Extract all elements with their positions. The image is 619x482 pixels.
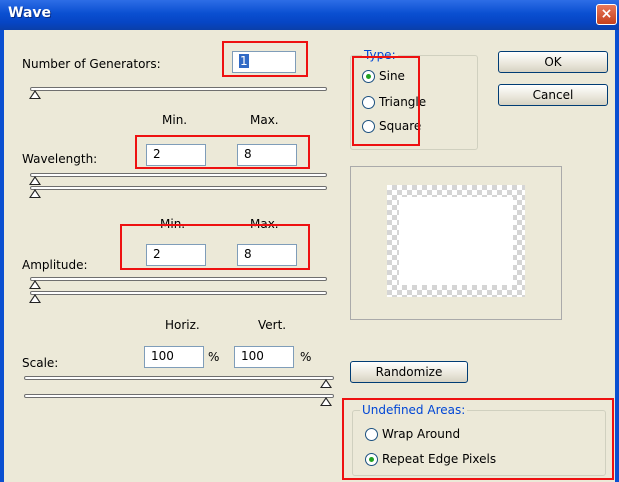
- generators-highlight: [222, 41, 308, 77]
- scale-horiz-slider-thumb[interactable]: [320, 379, 332, 388]
- wavelength-min-slider[interactable]: [30, 173, 327, 177]
- scale-horiz-slider[interactable]: [24, 376, 334, 380]
- amplitude-max-slider[interactable]: [30, 291, 327, 295]
- amplitude-label: Amplitude:: [22, 258, 88, 272]
- title-bar[interactable]: Wave ×: [0, 0, 619, 30]
- scale-vert-unit: %: [300, 350, 312, 364]
- scale-vert-input[interactable]: 100: [234, 346, 294, 368]
- wavelength-label: Wavelength:: [22, 152, 98, 166]
- dialog-title: Wave: [8, 5, 52, 21]
- window-border-left: [0, 30, 4, 482]
- scale-vert-slider[interactable]: [24, 394, 334, 398]
- scale-label: Scale:: [22, 356, 59, 370]
- randomize-button[interactable]: Randomize: [350, 361, 468, 383]
- amplitude-max-slider-thumb[interactable]: [29, 294, 41, 303]
- amplitude-highlight: [120, 224, 310, 270]
- scale-horiz-input[interactable]: 100: [144, 346, 204, 368]
- wave-dialog: Wave × Number of Generators: 1 Min. Max.…: [0, 0, 619, 482]
- scale-vert-slider-thumb[interactable]: [320, 397, 332, 406]
- wave-preview: [350, 166, 562, 320]
- generators-slider-thumb[interactable]: [29, 90, 41, 99]
- preview-image: [399, 197, 513, 285]
- scale-vert-header: Vert.: [258, 318, 287, 332]
- generators-slider[interactable]: [30, 87, 327, 91]
- amplitude-min-slider-thumb[interactable]: [29, 280, 41, 289]
- generators-label: Number of Generators:: [22, 57, 161, 71]
- undefined-areas-highlight: [342, 398, 614, 480]
- wavelength-max-slider-thumb[interactable]: [29, 189, 41, 198]
- close-icon: ×: [600, 6, 613, 22]
- window-border-right: [615, 30, 619, 482]
- close-button[interactable]: ×: [596, 4, 617, 25]
- type-highlight: [352, 56, 420, 146]
- ok-button[interactable]: OK: [498, 51, 608, 73]
- wavelength-min-header: Min.: [162, 113, 188, 127]
- cancel-button[interactable]: Cancel: [498, 84, 608, 106]
- wavelength-max-slider[interactable]: [30, 186, 327, 190]
- amplitude-min-slider[interactable]: [30, 277, 327, 281]
- scale-horiz-header: Horiz.: [165, 318, 200, 332]
- wavelength-max-header: Max.: [250, 113, 279, 127]
- preview-transparency-grid: [387, 185, 525, 297]
- wavelength-min-slider-thumb[interactable]: [29, 176, 41, 185]
- wavelength-highlight: [135, 135, 310, 169]
- scale-horiz-unit: %: [208, 350, 220, 364]
